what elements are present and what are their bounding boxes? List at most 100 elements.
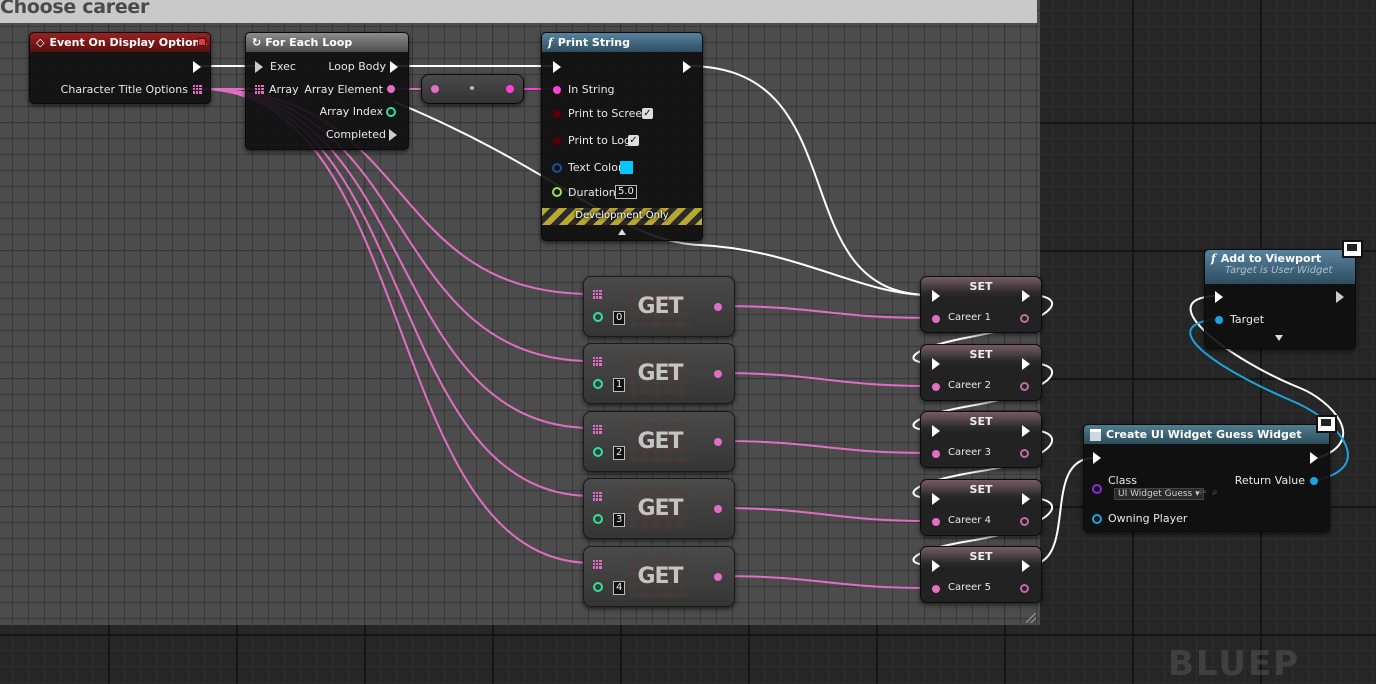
text-color-swatch[interactable] — [620, 161, 633, 174]
viewport-expand-arrow-icon[interactable] — [1275, 335, 1283, 341]
set-exec-in-pin[interactable] — [932, 560, 940, 572]
expand-arrow-icon[interactable] — [618, 229, 626, 235]
print-to-screen-pin[interactable] — [553, 110, 561, 118]
wire-exec-print-set1 — [687, 65, 931, 296]
viewport-exec-out-pin[interactable] — [1336, 291, 1344, 303]
conversion-node[interactable] — [421, 74, 524, 104]
development-only-label: Development Only — [575, 210, 669, 221]
viewport-exec-in-pin[interactable] — [1215, 291, 1223, 303]
event-node[interactable]: ◇ Event On Display Options Character Tit… — [29, 32, 211, 104]
set-exec-in-pin[interactable] — [932, 493, 940, 505]
get-out-pin[interactable] — [714, 573, 722, 581]
create-widget-node[interactable]: Create UI Widget Guess Widget Class UI W… — [1083, 415, 1337, 532]
get-index-pin[interactable] — [593, 447, 603, 457]
get-array-in-pin[interactable] — [593, 357, 602, 366]
set-exec-out-pin[interactable] — [1022, 493, 1030, 505]
development-only-banner: Development Only — [542, 208, 702, 225]
get-index-input[interactable]: 3 — [613, 513, 626, 527]
set-exec-in-pin[interactable] — [932, 425, 940, 437]
array-element-pin[interactable] — [387, 85, 395, 93]
set-value-in-pin[interactable] — [932, 585, 940, 593]
print-to-screen-checkbox[interactable]: ✓ — [642, 108, 653, 119]
widget-exec-in-pin[interactable] — [1093, 452, 1101, 464]
set-exec-out-pin[interactable] — [1022, 425, 1030, 437]
set-value-out-pin[interactable] — [1020, 517, 1029, 526]
set-node-career-5[interactable]: SET Career 5 — [920, 546, 1042, 603]
set-exec-out-pin[interactable] — [1022, 290, 1030, 302]
get-node-1[interactable]: 1 GET — [583, 343, 735, 404]
get-node-2[interactable]: 2 GET — [583, 411, 735, 472]
set-value-in-pin[interactable] — [932, 383, 940, 391]
print-exec-in-pin[interactable] — [553, 61, 561, 73]
array-in-pin[interactable] — [255, 85, 264, 94]
browse-search-icon[interactable]: ⌕ — [1212, 487, 1218, 498]
get-array-in-pin[interactable] — [593, 425, 602, 434]
create-widget-header[interactable]: Create UI Widget Guess Widget — [1084, 425, 1329, 444]
set-value-out-pin[interactable] — [1020, 584, 1029, 593]
set-value-out-pin[interactable] — [1020, 314, 1029, 323]
get-node-3[interactable]: 3 GET — [583, 478, 735, 539]
get-index-pin[interactable] — [593, 379, 603, 389]
set-node-career-2[interactable]: SET Career 2 — [920, 344, 1042, 401]
get-out-pin[interactable] — [714, 438, 722, 446]
return-value-pin[interactable] — [1310, 477, 1318, 485]
in-string-pin[interactable] — [553, 86, 561, 94]
set-value-out-pin[interactable] — [1020, 449, 1029, 458]
loop-body-exec-pin[interactable] — [390, 61, 398, 73]
get-index-input[interactable]: 4 — [613, 581, 626, 595]
get-out-pin[interactable] — [714, 505, 722, 513]
set-node-career-3[interactable]: SET Career 3 — [920, 411, 1042, 468]
viewport-target-pin[interactable] — [1215, 316, 1223, 324]
set-node-career-4[interactable]: SET Career 4 — [920, 479, 1042, 536]
exec-in-pin[interactable] — [255, 61, 263, 73]
get-out-pin[interactable] — [714, 370, 722, 378]
foreach-node[interactable]: ↻ For Each Loop Exec Array Loop Body Arr… — [245, 32, 409, 150]
print-to-log-checkbox[interactable]: ✓ — [628, 135, 639, 146]
duration-input[interactable]: 5.0 — [615, 185, 637, 199]
exec-out-pin[interactable] — [193, 61, 201, 73]
set-exec-in-pin[interactable] — [932, 358, 940, 370]
conversion-in-pin[interactable] — [431, 85, 439, 93]
set-node-career-1[interactable]: SET Career 1 — [920, 276, 1042, 333]
class-pin[interactable] — [1092, 484, 1102, 494]
print-exec-out-pin[interactable] — [683, 61, 691, 73]
get-index-input[interactable]: 2 — [613, 446, 626, 460]
print-to-log-pin[interactable] — [553, 137, 561, 145]
get-array-in-pin[interactable] — [593, 560, 602, 569]
conversion-out-pin[interactable] — [506, 85, 514, 93]
get-node-0[interactable]: 0 GET — [583, 276, 735, 337]
owning-player-pin[interactable] — [1092, 514, 1102, 524]
get-array-in-pin[interactable] — [593, 492, 602, 501]
print-string-header[interactable]: f Print String — [542, 33, 702, 52]
duration-pin[interactable] — [552, 187, 562, 197]
add-to-viewport-node[interactable]: f Add to Viewport Target is User Widget … — [1204, 240, 1363, 349]
get-index-input[interactable]: 0 — [613, 311, 626, 325]
viewport-node-header[interactable]: f Add to Viewport Target is User Widget — [1205, 250, 1355, 284]
get-index-pin[interactable] — [593, 582, 603, 592]
foreach-node-header[interactable]: ↻ For Each Loop — [246, 33, 408, 52]
set-exec-out-pin[interactable] — [1022, 358, 1030, 370]
print-string-node[interactable]: f Print String In String Print to Screen… — [541, 32, 703, 241]
set-value-in-pin[interactable] — [932, 315, 940, 323]
class-dropdown-value: UI Widget Guess — [1118, 489, 1193, 499]
set-value-in-pin[interactable] — [932, 518, 940, 526]
set-value-in-pin[interactable] — [932, 450, 940, 458]
get-index-input[interactable]: 1 — [613, 378, 626, 392]
get-node-4[interactable]: 4 GET — [583, 546, 735, 607]
completed-exec-pin[interactable] — [389, 129, 397, 141]
get-out-pin[interactable] — [714, 303, 722, 311]
get-index-pin[interactable] — [593, 312, 603, 322]
widget-exec-out-pin[interactable] — [1310, 452, 1318, 464]
set-value-out-pin[interactable] — [1020, 382, 1029, 391]
pin-duration-label: Duration — [568, 186, 616, 199]
get-index-pin[interactable] — [593, 514, 603, 524]
set-exec-out-pin[interactable] — [1022, 560, 1030, 572]
array-out-pin[interactable] — [193, 85, 202, 94]
class-dropdown[interactable]: UI Widget Guess ▾ — [1114, 488, 1204, 500]
event-node-header[interactable]: ◇ Event On Display Options — [30, 33, 210, 52]
get-array-in-pin[interactable] — [593, 290, 602, 299]
text-color-pin[interactable] — [552, 163, 562, 173]
array-index-pin[interactable] — [386, 107, 396, 117]
set-exec-in-pin[interactable] — [932, 290, 940, 302]
use-selected-arrow-icon[interactable]: ⇦ — [1198, 487, 1206, 498]
